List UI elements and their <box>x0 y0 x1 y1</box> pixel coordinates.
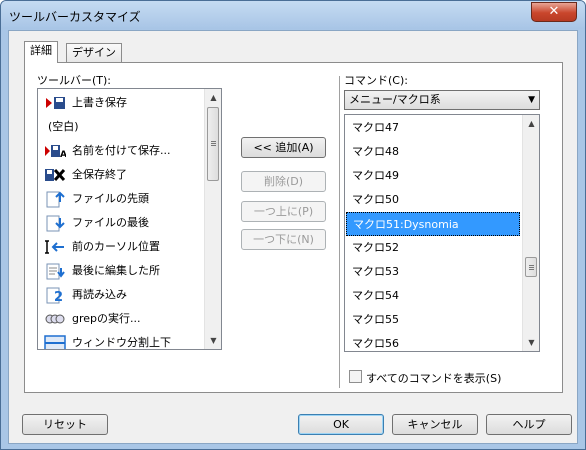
list-item[interactable]: ウィンドウ分割上下 <box>40 331 171 349</box>
list-item-label: ファイルの先頭 <box>72 192 149 205</box>
list-item[interactable]: (空白) <box>40 115 79 139</box>
svg-text:A: A <box>60 150 66 160</box>
last-edit-icon <box>44 262 66 280</box>
list-item-label: ウィンドウ分割上下 <box>72 336 171 349</box>
toolbar-list-label: ツールバー(T): <box>37 74 112 87</box>
tab-detail[interactable]: 詳細 <box>24 41 58 63</box>
move-up-button[interactable]: 一つ上に(P) <box>241 201 326 222</box>
command-category-select[interactable]: メニュー/マクロ系 ▼ <box>344 90 540 110</box>
list-item[interactable]: 前のカーソル位置 <box>40 235 160 259</box>
grep-icon <box>44 310 66 328</box>
list-item[interactable]: A 名前を付けて保存... <box>40 139 171 163</box>
list-item[interactable]: マクロ47 <box>346 116 520 140</box>
scroll-thumb[interactable] <box>525 257 537 277</box>
toolbar-listbox[interactable]: 上書き保存 (空白) A 名前を付けて保存... 全保存終了 ファイルの先頭 ファ… <box>37 88 222 350</box>
list-item-label: 前のカーソル位置 <box>72 240 160 253</box>
scroll-up-icon[interactable]: ▲ <box>523 115 539 132</box>
list-item-label: ファイルの最後 <box>72 216 149 229</box>
reset-button[interactable]: リセット <box>22 414 108 435</box>
help-button[interactable]: ヘルプ <box>486 414 572 435</box>
list-item[interactable]: 最後に編集した所 <box>40 259 160 283</box>
reload-icon: 2 <box>44 286 66 305</box>
tab-design[interactable]: デザイン <box>66 43 122 63</box>
prev-cursor-icon <box>44 238 66 256</box>
command-list-scrollbar[interactable]: ▲ ▼ <box>522 115 539 351</box>
toolbar-list-scrollbar[interactable]: ▲ ▼ <box>204 89 221 349</box>
file-top-icon <box>44 190 66 208</box>
list-item-label: 上書き保存 <box>72 96 127 109</box>
list-item[interactable]: マクロ50 <box>346 188 520 212</box>
list-item[interactable]: マクロ49 <box>346 164 520 188</box>
scroll-down-icon[interactable]: ▼ <box>205 332 221 349</box>
list-item[interactable]: マクロ56 <box>346 332 520 351</box>
svg-text:2: 2 <box>54 290 63 304</box>
scroll-up-icon[interactable]: ▲ <box>205 89 221 106</box>
list-item-label: 最後に編集した所 <box>72 264 160 277</box>
scroll-thumb[interactable] <box>207 107 219 181</box>
show-all-commands-label[interactable]: すべてのコマンドを表示(S) <box>366 370 501 386</box>
list-item[interactable]: 全保存終了 <box>40 163 127 187</box>
add-button[interactable]: << 追加(A) <box>241 137 326 158</box>
command-list-label: コマンド(C): <box>344 74 408 87</box>
save-as-icon: A <box>44 142 67 160</box>
window-title: ツールバーカスタマイズ <box>9 10 141 24</box>
selected-category: メニュー/マクロ系 <box>349 93 441 106</box>
list-item[interactable]: マクロ53 <box>346 260 520 284</box>
show-all-commands-checkbox[interactable] <box>349 370 362 383</box>
close-button[interactable]: ✕ <box>531 2 577 22</box>
delete-button[interactable]: 削除(D) <box>241 171 326 192</box>
chevron-down-icon: ▼ <box>528 95 535 105</box>
dialog-window: ツールバーカスタマイズ ✕ 詳細 デザイン ツールバー(T): 上書き保存 (空… <box>0 0 586 450</box>
list-item[interactable]: マクロ48 <box>346 140 520 164</box>
list-item-selected[interactable]: マクロ51:Dysnomia <box>346 212 520 236</box>
list-item-label: 再読み込み <box>72 288 127 301</box>
ok-button[interactable]: OK <box>298 414 384 435</box>
command-listbox[interactable]: マクロ47 マクロ48 マクロ49 マクロ50 マクロ51:Dysnomia マ… <box>344 114 540 352</box>
list-item[interactable]: ファイルの最後 <box>40 211 149 235</box>
list-item-label: 全保存終了 <box>72 168 127 181</box>
list-item-label: 名前を付けて保存... <box>72 144 171 157</box>
dialog-client: 詳細 デザイン ツールバー(T): 上書き保存 (空白) A 名前を付けて保存..… <box>8 30 578 444</box>
file-bottom-icon <box>44 214 66 232</box>
list-item[interactable]: マクロ52 <box>346 236 520 260</box>
list-item[interactable]: マクロ54 <box>346 284 520 308</box>
cancel-button[interactable]: キャンセル <box>392 414 478 435</box>
list-item-label: (空白) <box>48 120 79 133</box>
title-bar: ツールバーカスタマイズ ✕ <box>1 1 585 29</box>
list-item[interactable]: ファイルの先頭 <box>40 187 149 211</box>
list-item[interactable]: 上書き保存 <box>40 91 127 115</box>
list-item[interactable]: マクロ55 <box>346 308 520 332</box>
scroll-down-icon[interactable]: ▼ <box>523 334 539 351</box>
save-icon <box>44 94 66 112</box>
save-all-exit-icon <box>44 166 66 184</box>
panel-divider <box>339 76 341 388</box>
list-item[interactable]: grepの実行... <box>40 307 141 331</box>
list-item-label: grepの実行... <box>72 312 141 325</box>
split-window-icon <box>44 334 66 349</box>
move-down-button[interactable]: 一つ下に(N) <box>241 229 326 250</box>
list-item[interactable]: 2 再読み込み <box>40 283 127 307</box>
